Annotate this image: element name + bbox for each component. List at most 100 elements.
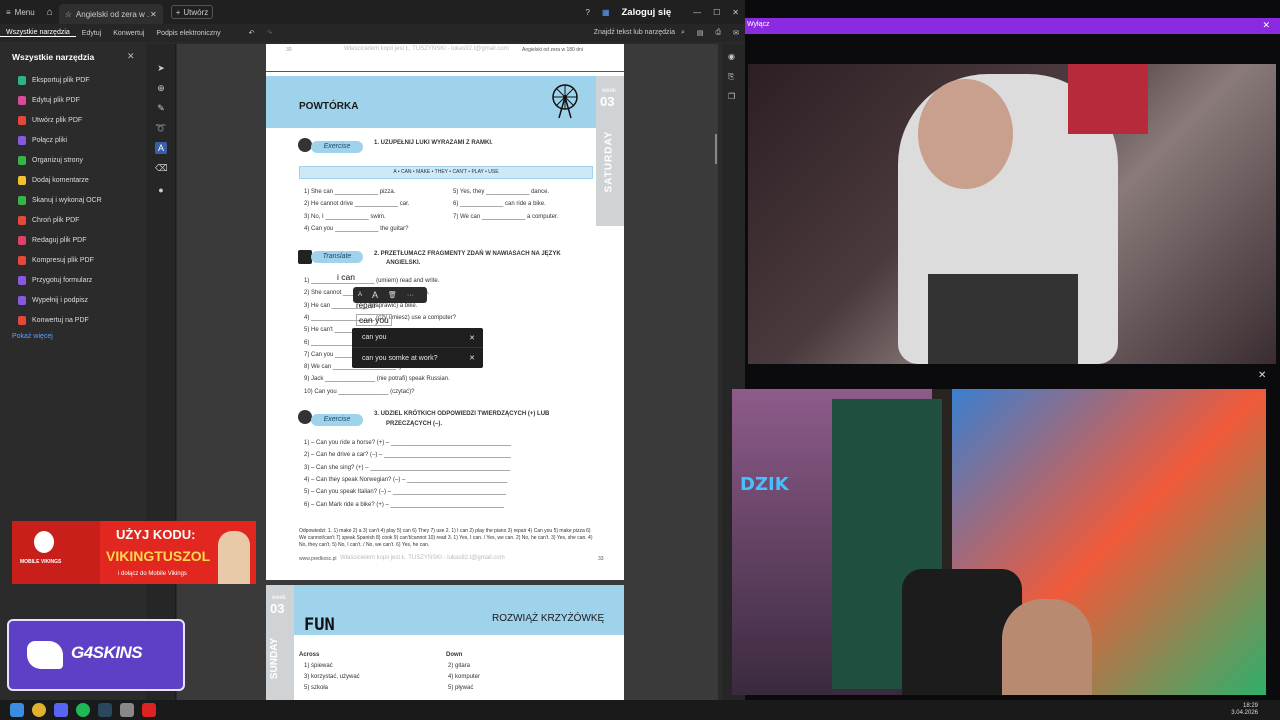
person-2 — [1002, 599, 1092, 695]
across-clue: 5) szkoła — [304, 685, 329, 691]
more-options-icon[interactable]: ··· — [402, 292, 419, 299]
wolf-logo-icon — [27, 641, 63, 669]
day-label-2: SUNDAY — [269, 637, 281, 680]
select-cursor-icon[interactable]: ➤ — [155, 62, 167, 74]
bookmark-icon[interactable]: ⎘ — [728, 72, 738, 82]
steam-icon[interactable] — [98, 703, 112, 717]
undo-icon[interactable]: ↶ — [243, 29, 261, 37]
tool-item[interactable]: Edytuj plik PDF — [18, 93, 80, 107]
fun-heading: FUN — [304, 615, 335, 635]
tool-item[interactable]: Połącz pliki — [18, 133, 67, 147]
window-close-icon[interactable]: ✕ — [726, 0, 745, 24]
tool-icon — [18, 295, 26, 305]
title-bar: ≡ Menu ⌂ ☆ Angielski od zera w ... ✕ + U… — [0, 0, 745, 24]
tool-item[interactable]: Kompresuj plik PDF — [18, 253, 94, 267]
tool-item[interactable]: Eksportuj plik PDF — [18, 73, 90, 87]
across-clue: 3) korzystać, używać — [304, 674, 360, 680]
menu-convert[interactable]: Konwertuj — [107, 30, 150, 37]
copy-icon[interactable]: ❐ — [728, 92, 738, 102]
tool-label: Połącz pliki — [32, 136, 68, 144]
text-input-field[interactable]: can you — [356, 314, 392, 326]
page-number-bottom: 33 — [598, 556, 604, 562]
maximize-icon[interactable]: ☐ — [707, 0, 726, 24]
exercise-2-item: 9) Jack _______________ (nie potrafi) sp… — [304, 376, 450, 383]
pen-icon[interactable]: ✎ — [155, 102, 167, 114]
poster — [1068, 64, 1148, 134]
close-panel-icon[interactable]: ✕ — [127, 51, 135, 62]
zoom-icon[interactable]: ⊕ — [155, 82, 167, 94]
tool-item[interactable]: Organizuj strony — [18, 153, 83, 167]
star-icon[interactable]: ☆ — [65, 10, 72, 19]
sign-in-button[interactable]: Zaloguj się — [616, 0, 678, 24]
tool-item[interactable]: Dodaj komentarze — [18, 173, 89, 187]
comment-icon[interactable]: ◉ — [728, 52, 738, 62]
text-size-small-button[interactable]: A — [353, 292, 367, 298]
handwritten-answer-1[interactable]: i can — [337, 272, 355, 282]
exercise-1-icon — [298, 138, 312, 152]
app-icon[interactable] — [120, 703, 134, 717]
exercise-3-item: 3) – Can she sing? (+) – _______________… — [304, 464, 511, 471]
chrome-icon[interactable] — [32, 703, 46, 717]
cam-close-icon[interactable]: ✕ — [1258, 370, 1266, 381]
tool-item[interactable]: Redaguj plik PDF — [18, 233, 86, 247]
discord-icon[interactable] — [54, 703, 68, 717]
translate-icon — [298, 250, 312, 264]
menu-esign[interactable]: Podpis elektroniczny — [150, 30, 226, 37]
week-number-2: 03 — [270, 601, 285, 616]
color-dot-icon[interactable]: ● — [155, 184, 167, 196]
text-edit-toolbar: A A 🗑 ··· — [353, 287, 427, 303]
print-icon[interactable]: ⎙ — [710, 29, 728, 37]
minimize-icon[interactable]: — — [687, 0, 707, 24]
clock[interactable]: 18:29 3.04.2026 — [1231, 703, 1258, 717]
tab-document[interactable]: ☆ Angielski od zera w ... ✕ — [58, 4, 163, 24]
help-icon[interactable]: ? — [579, 0, 595, 24]
remove-suggestion-icon[interactable]: ✕ — [469, 354, 475, 362]
page-number-top: 30 — [286, 47, 292, 53]
banner-close-icon[interactable]: ✕ — [1262, 20, 1270, 31]
new-tab-button[interactable]: + Utwórz — [170, 5, 214, 19]
stream-banner: Wyłącz ✕ — [745, 18, 1280, 34]
tool-label: Wypełnij i podpisz — [32, 296, 88, 304]
across-label: Across — [299, 652, 320, 658]
text-size-large-button[interactable]: A — [367, 290, 383, 300]
word-box: A • CAN • MAKE • THEY • CAN'T • PLAY • U… — [299, 166, 593, 179]
acrobat-icon[interactable] — [142, 703, 156, 717]
menu-all-tools[interactable]: Wszystkie narzędzia — [0, 29, 76, 37]
document-viewer[interactable]: 30 Właścicielem kopii jest Ł. TUSZYŃSKI … — [177, 44, 718, 700]
tool-label: Edytuj plik PDF — [32, 96, 80, 104]
vertical-scrollbar[interactable] — [715, 134, 717, 164]
suggestion-item[interactable]: can you somke at work? ✕ — [352, 348, 483, 368]
menu-edit[interactable]: Edytuj — [76, 30, 107, 37]
tool-icon — [18, 175, 26, 185]
lasso-icon[interactable]: ➰ — [155, 122, 167, 134]
save-icon[interactable]: ▤ — [691, 29, 710, 37]
tool-label: Redaguj plik PDF — [32, 236, 87, 244]
spotify-icon[interactable] — [76, 703, 90, 717]
tool-item[interactable]: Chroń plik PDF — [18, 213, 79, 227]
tool-item[interactable]: Skanuj i wykonaj OCR — [18, 193, 102, 207]
search-tools[interactable]: Znajdź tekst lub narzędzia ⌕ — [588, 29, 691, 37]
exercise-2-pill: Translate — [311, 251, 363, 263]
tool-item[interactable]: Konwertuj na PDF — [18, 313, 89, 327]
promo-brand: MOBILE VIKINGS — [20, 559, 62, 565]
delete-icon[interactable]: 🗑 — [383, 291, 402, 299]
apps-grid-icon[interactable]: ▦ — [596, 0, 616, 24]
start-icon[interactable] — [10, 703, 24, 717]
suggestion-item[interactable]: can you ✕ — [352, 328, 483, 348]
webcam-bottom: DZIK — [732, 389, 1266, 695]
redo-icon[interactable]: ↷ — [260, 29, 278, 37]
promo-banner: MOBILE VIKINGS UŻYJ KODU: VIKINGTUSZOL i… — [12, 521, 256, 584]
tool-item[interactable]: Przygotuj formularz — [18, 273, 92, 287]
show-more-link[interactable]: Pokaż więcej — [12, 333, 53, 340]
remove-suggestion-icon[interactable]: ✕ — [469, 334, 475, 342]
close-tab-icon[interactable]: ✕ — [150, 10, 157, 19]
tool-item[interactable]: Utwórz plik PDF — [18, 113, 82, 127]
menu-button[interactable]: ≡ Menu — [0, 0, 41, 24]
mail-icon[interactable]: ✉ — [727, 29, 745, 37]
tool-item[interactable]: Wypełnij i podpisz — [18, 293, 88, 307]
clock-date: 3.04.2026 — [1231, 710, 1258, 716]
eraser-icon[interactable]: ⌫ — [155, 162, 168, 174]
exercise-1-item: 5) Yes, they _____________ dance. — [453, 189, 550, 195]
text-box-icon[interactable]: A — [155, 142, 167, 154]
home-icon[interactable]: ⌂ — [41, 0, 59, 24]
